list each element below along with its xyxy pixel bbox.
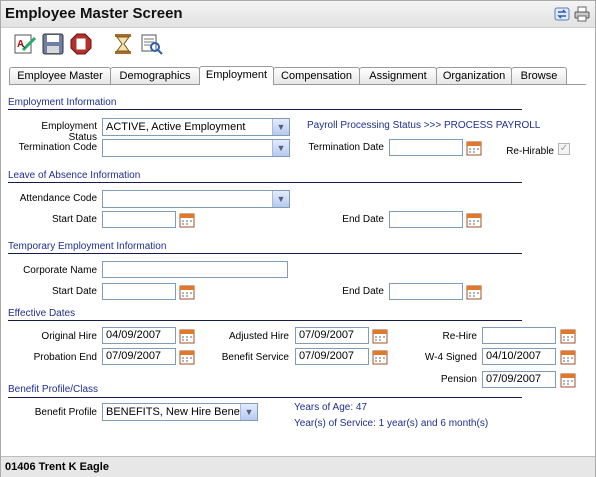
section-rule bbox=[8, 397, 522, 398]
section-heading-leave: Leave of Absence Information bbox=[8, 170, 141, 181]
title-bar: Employee Master Screen bbox=[1, 1, 595, 28]
temp-end-date-label: End Date bbox=[342, 286, 384, 297]
print-icon[interactable] bbox=[574, 6, 590, 22]
corporate-name-input[interactable] bbox=[102, 261, 288, 278]
section-rule bbox=[8, 253, 522, 254]
tab-employment[interactable]: Employment bbox=[199, 66, 274, 85]
lookup-icon[interactable] bbox=[139, 32, 163, 56]
employment-status-select[interactable]: ACTIVE, Active Employment ▼ bbox=[102, 118, 290, 136]
temp-start-date-label: Start Date bbox=[51, 286, 97, 297]
section-rule bbox=[8, 320, 522, 321]
rehirable-checkbox[interactable]: ✓ bbox=[558, 143, 570, 155]
hourglass-icon[interactable] bbox=[111, 32, 135, 56]
termination-code-label: Termination Code bbox=[18, 142, 97, 153]
rehire-input[interactable] bbox=[482, 327, 556, 344]
probation-end-input[interactable]: 07/09/2007 bbox=[102, 348, 176, 365]
tab-employee-master[interactable]: Employee Master bbox=[9, 67, 111, 84]
rehirable-label: Re-Hirable bbox=[506, 146, 554, 157]
payroll-processing-status: Payroll Processing Status >>> PROCESS PA… bbox=[307, 120, 541, 131]
rehire-label: Re-Hire bbox=[442, 331, 477, 342]
calendar-icon[interactable] bbox=[179, 328, 195, 344]
calendar-icon[interactable] bbox=[560, 349, 576, 365]
adjusted-hire-input[interactable]: 07/09/2007 bbox=[295, 327, 369, 344]
benefit-service-label: Benefit Service bbox=[221, 352, 289, 363]
calendar-icon[interactable] bbox=[372, 328, 388, 344]
loa-start-date-input[interactable] bbox=[102, 211, 176, 228]
tab-organization[interactable]: Organization bbox=[436, 67, 512, 84]
adjusted-hire-label: Adjusted Hire bbox=[228, 331, 289, 342]
calendar-icon[interactable] bbox=[179, 349, 195, 365]
current-employee: 01406 Trent K Eagle bbox=[5, 461, 109, 473]
section-heading-effective-dates: Effective Dates bbox=[8, 308, 76, 319]
temp-end-date-input[interactable] bbox=[389, 283, 463, 300]
chevron-down-icon[interactable]: ▼ bbox=[272, 140, 289, 156]
years-of-age: Years of Age: 47 bbox=[294, 402, 368, 413]
tab-assignment[interactable]: Assignment bbox=[359, 67, 437, 84]
calendar-icon[interactable] bbox=[560, 372, 576, 388]
tab-compensation[interactable]: Compensation bbox=[273, 67, 360, 84]
original-hire-input[interactable]: 04/09/2007 bbox=[102, 327, 176, 344]
pension-input[interactable]: 07/09/2007 bbox=[482, 371, 556, 388]
chevron-down-icon[interactable]: ▼ bbox=[240, 404, 257, 420]
calendar-icon[interactable] bbox=[466, 212, 482, 228]
w4-signed-label: W-4 Signed bbox=[424, 352, 477, 363]
employment-status-value: ACTIVE, Active Employment bbox=[106, 121, 246, 133]
loa-end-date-label: End Date bbox=[342, 214, 384, 225]
attendance-code-label: Attendance Code bbox=[19, 193, 97, 204]
benefit-profile-value: BENEFITS, New Hire Bene bbox=[106, 406, 240, 418]
temp-start-date-input[interactable] bbox=[102, 283, 176, 300]
calendar-icon[interactable] bbox=[179, 212, 195, 228]
tab-divider bbox=[9, 84, 586, 85]
section-heading-benefit-profile: Benefit Profile/Class bbox=[8, 384, 99, 395]
toolbar: A bbox=[1, 28, 595, 64]
termination-date-label: Termination Date bbox=[308, 142, 384, 153]
section-rule bbox=[8, 182, 522, 183]
calendar-icon[interactable] bbox=[560, 328, 576, 344]
probation-end-label: Probation End bbox=[33, 352, 97, 363]
calendar-icon[interactable] bbox=[372, 349, 388, 365]
section-rule bbox=[8, 109, 522, 110]
chevron-down-icon[interactable]: ▼ bbox=[272, 191, 289, 207]
window-title: Employee Master Screen bbox=[5, 5, 183, 22]
application-window: Employee Master Screen A Employee Master… bbox=[0, 0, 596, 477]
benefit-profile-select[interactable]: BENEFITS, New Hire Bene ▼ bbox=[102, 403, 258, 421]
attendance-code-select[interactable]: ▼ bbox=[102, 190, 290, 208]
chevron-down-icon[interactable]: ▼ bbox=[272, 119, 289, 135]
benefit-service-input[interactable]: 07/09/2007 bbox=[295, 348, 369, 365]
stop-icon[interactable] bbox=[69, 32, 93, 56]
status-bar: 01406 Trent K Eagle bbox=[1, 456, 595, 477]
w4-signed-input[interactable]: 04/10/2007 bbox=[482, 348, 556, 365]
save-icon[interactable] bbox=[41, 32, 65, 56]
tab-browse[interactable]: Browse bbox=[511, 67, 567, 84]
loa-start-date-label: Start Date bbox=[51, 214, 97, 225]
spell-check-icon[interactable]: A bbox=[13, 32, 37, 56]
termination-date-input[interactable] bbox=[389, 139, 463, 156]
original-hire-label: Original Hire bbox=[41, 331, 97, 342]
calendar-icon[interactable] bbox=[466, 140, 482, 156]
benefit-profile-label: Benefit Profile bbox=[34, 407, 97, 418]
section-heading-temporary: Temporary Employment Information bbox=[8, 241, 167, 252]
calendar-icon[interactable] bbox=[179, 284, 195, 300]
refresh-icon[interactable] bbox=[554, 6, 570, 22]
calendar-icon[interactable] bbox=[466, 284, 482, 300]
employment-status-label: Employment Status bbox=[41, 121, 97, 143]
section-heading-employment: Employment Information bbox=[8, 97, 117, 108]
pension-label: Pension bbox=[440, 374, 477, 385]
corporate-name-label: Corporate Name bbox=[23, 265, 97, 276]
years-of-service: Year(s) of Service: 1 year(s) and 6 mont… bbox=[294, 418, 489, 429]
termination-code-select[interactable]: ▼ bbox=[102, 139, 290, 157]
loa-end-date-input[interactable] bbox=[389, 211, 463, 228]
tab-demographics[interactable]: Demographics bbox=[110, 67, 200, 84]
